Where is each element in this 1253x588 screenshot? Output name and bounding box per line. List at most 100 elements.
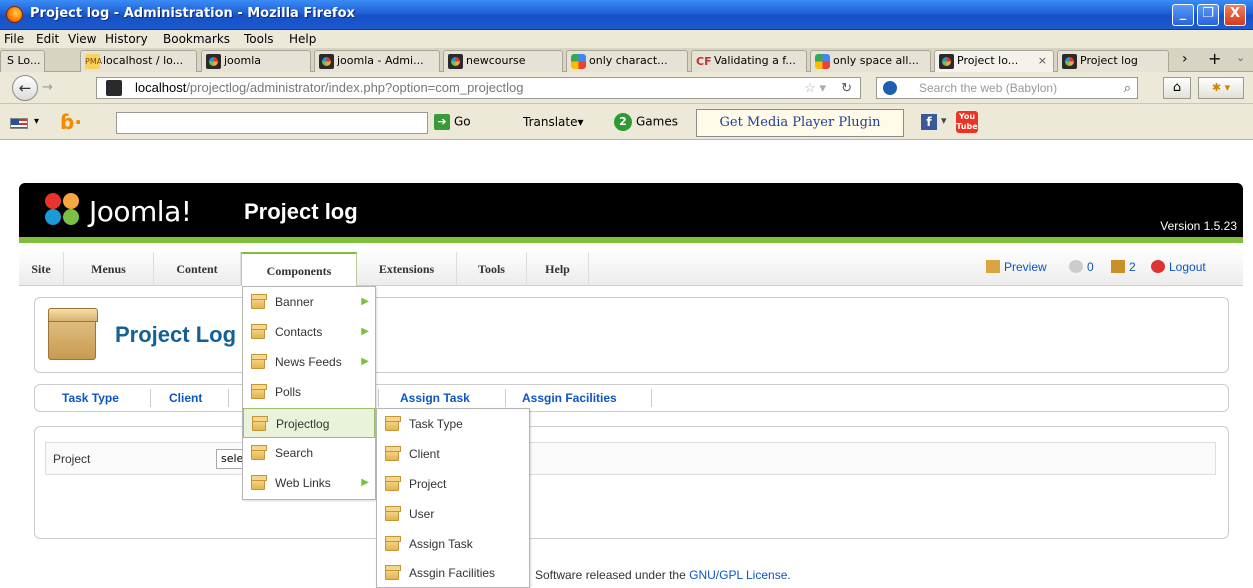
dropdown-item-search[interactable]: Search bbox=[243, 438, 375, 468]
submenu-item-project[interactable]: Project bbox=[377, 469, 529, 499]
tab-2[interactable]: PMA localhost / lo... bbox=[80, 50, 197, 72]
menu-tools[interactable]: Tools bbox=[457, 252, 527, 286]
submenu-task-type[interactable]: Task Type bbox=[62, 391, 119, 405]
bookmark-star-icon[interactable]: ☆ ▾ bbox=[804, 78, 826, 98]
cf-icon: CF bbox=[696, 55, 712, 68]
tab-6[interactable]: only charact... bbox=[566, 50, 688, 72]
package-icon bbox=[48, 308, 98, 360]
dropdown-item-news-feeds[interactable]: News Feeds ▶ bbox=[243, 347, 375, 377]
navigation-bar: ← → localhost/projectlog/administrator/i… bbox=[0, 72, 1253, 104]
submenu-divider bbox=[228, 389, 229, 407]
forward-button[interactable]: → bbox=[42, 80, 53, 95]
tab-label: only space all... bbox=[833, 54, 919, 67]
menu-view[interactable]: View bbox=[68, 32, 96, 46]
site-name: Project log bbox=[244, 199, 358, 224]
page-title: Project Log bbox=[115, 322, 237, 347]
window-titlebar: Project log - Administration - Mozilla F… bbox=[0, 0, 1253, 30]
addon-button[interactable]: ✱ ▾ bbox=[1198, 77, 1244, 99]
dropdown-item-projectlog[interactable]: Projectlog bbox=[243, 408, 375, 438]
search-input[interactable]: Search the web (Babylon) ⌕ bbox=[876, 77, 1138, 99]
project-filter-select[interactable]: select bbox=[216, 449, 244, 469]
menu-site[interactable]: Site bbox=[19, 252, 64, 286]
reload-icon[interactable]: ↻ bbox=[841, 78, 852, 98]
url-bar[interactable]: localhost/projectlog/administrator/index… bbox=[96, 77, 861, 99]
youtube-icon[interactable]: You Tube bbox=[956, 111, 978, 133]
users-count[interactable]: 2 bbox=[1111, 260, 1136, 274]
language-flag-icon[interactable] bbox=[10, 118, 28, 129]
tab-10[interactable]: Project log bbox=[1057, 50, 1169, 72]
tab-strip: S Lo... PMA localhost / lo... joomla joo… bbox=[0, 48, 1253, 72]
menu-menus[interactable]: Menus bbox=[64, 252, 154, 286]
submenu-arrow-icon: ▶ bbox=[361, 326, 369, 337]
dropdown-item-contacts[interactable]: Contacts ▶ bbox=[243, 317, 375, 347]
tab-9-active[interactable]: Project lo... × bbox=[934, 50, 1054, 72]
joomla-icon bbox=[1062, 54, 1077, 69]
search-icon[interactable]: ⌕ bbox=[1124, 78, 1131, 98]
menu-edit[interactable]: Edit bbox=[36, 32, 59, 46]
tab-label: localhost / lo... bbox=[103, 54, 184, 67]
preview-link[interactable]: Preview bbox=[986, 260, 1047, 274]
logout-icon bbox=[1151, 260, 1165, 273]
menu-help[interactable]: Help bbox=[527, 252, 589, 286]
babylon-search-input[interactable] bbox=[116, 112, 428, 134]
messages-count[interactable]: 0 bbox=[1069, 260, 1094, 274]
dropdown-item-web-links[interactable]: Web Links ▶ bbox=[243, 468, 375, 498]
tab-label: Validating a f... bbox=[714, 54, 796, 67]
media-player-plugin-button[interactable]: Get Media Player Plugin bbox=[696, 109, 904, 137]
games-button[interactable]: 2 Games bbox=[614, 113, 678, 131]
submenu-assign-task[interactable]: Assign Task bbox=[400, 391, 470, 405]
menu-content[interactable]: Content bbox=[154, 252, 241, 286]
menu-history[interactable]: History bbox=[105, 32, 148, 46]
menu-components[interactable]: Components bbox=[241, 252, 357, 286]
games-icon: 2 bbox=[614, 113, 632, 131]
tab-1[interactable]: S Lo... bbox=[0, 50, 45, 72]
tab-7[interactable]: CF Validating a f... bbox=[691, 50, 807, 72]
submenu-item-task-type[interactable]: Task Type bbox=[377, 409, 529, 439]
submenu-item-assign-task[interactable]: Assign Task bbox=[377, 529, 529, 559]
tab-8[interactable]: only space all... bbox=[810, 50, 931, 72]
submenu-divider bbox=[150, 389, 151, 407]
facebook-icon[interactable]: f bbox=[921, 114, 937, 130]
submenu-client[interactable]: Client bbox=[169, 391, 202, 405]
submenu-divider bbox=[651, 389, 652, 407]
logout-link[interactable]: Logout bbox=[1151, 260, 1206, 274]
folder-icon bbox=[251, 294, 267, 309]
close-button[interactable]: X bbox=[1224, 4, 1246, 26]
google-icon bbox=[571, 54, 586, 69]
tab-list-icon[interactable]: ⌄ bbox=[1236, 51, 1245, 64]
flag-dropdown-icon[interactable]: ▾ bbox=[34, 116, 39, 127]
tab-close-icon[interactable]: × bbox=[1038, 51, 1047, 71]
translate-button[interactable]: Translate▾ bbox=[523, 115, 584, 129]
tab-scroll-right-icon[interactable]: › bbox=[1182, 51, 1188, 67]
gpl-license-link[interactable]: GNU/GPL License. bbox=[689, 568, 791, 582]
folder-icon bbox=[385, 476, 401, 491]
back-button[interactable]: ← bbox=[12, 75, 38, 101]
home-button[interactable]: ⌂ bbox=[1163, 77, 1191, 99]
submenu-arrow-icon: ▶ bbox=[361, 477, 369, 488]
url-host: localhost bbox=[135, 80, 187, 95]
tab-5[interactable]: newcourse bbox=[443, 50, 563, 72]
folder-icon bbox=[385, 506, 401, 521]
babylon-logo-icon[interactable]: ɓ· bbox=[60, 110, 82, 134]
menu-help[interactable]: Help bbox=[289, 32, 316, 46]
submenu-item-user[interactable]: User bbox=[377, 499, 529, 529]
minimize-button[interactable]: _ bbox=[1172, 4, 1194, 26]
submenu-assgin-facilities[interactable]: Assgin Facilities bbox=[522, 391, 617, 405]
tab-4[interactable]: joomla - Admi... bbox=[314, 50, 440, 72]
babylon-icon bbox=[883, 81, 897, 95]
menu-file[interactable]: File bbox=[4, 32, 24, 46]
tab-3[interactable]: joomla bbox=[201, 50, 311, 72]
facebook-dropdown-icon[interactable]: ▾ bbox=[941, 114, 947, 127]
menu-bookmarks[interactable]: Bookmarks bbox=[163, 32, 230, 46]
new-tab-icon[interactable]: + bbox=[1208, 49, 1221, 68]
dropdown-item-polls[interactable]: Polls bbox=[243, 377, 375, 407]
dropdown-item-banner[interactable]: Banner ▶ bbox=[243, 287, 375, 317]
tab-label: Project lo... bbox=[957, 54, 1019, 67]
menu-extensions[interactable]: Extensions bbox=[357, 252, 457, 286]
submenu-item-client[interactable]: Client bbox=[377, 439, 529, 469]
submenu-item-assgin-facilities[interactable]: Assgin Facilities bbox=[377, 558, 529, 588]
maximize-button[interactable]: ❐ bbox=[1197, 4, 1219, 26]
go-button[interactable]: ➔ Go bbox=[434, 114, 471, 130]
joomla-header: Joomla! Project log Version 1.5.23 bbox=[19, 183, 1243, 243]
menu-tools[interactable]: Tools bbox=[244, 32, 274, 46]
